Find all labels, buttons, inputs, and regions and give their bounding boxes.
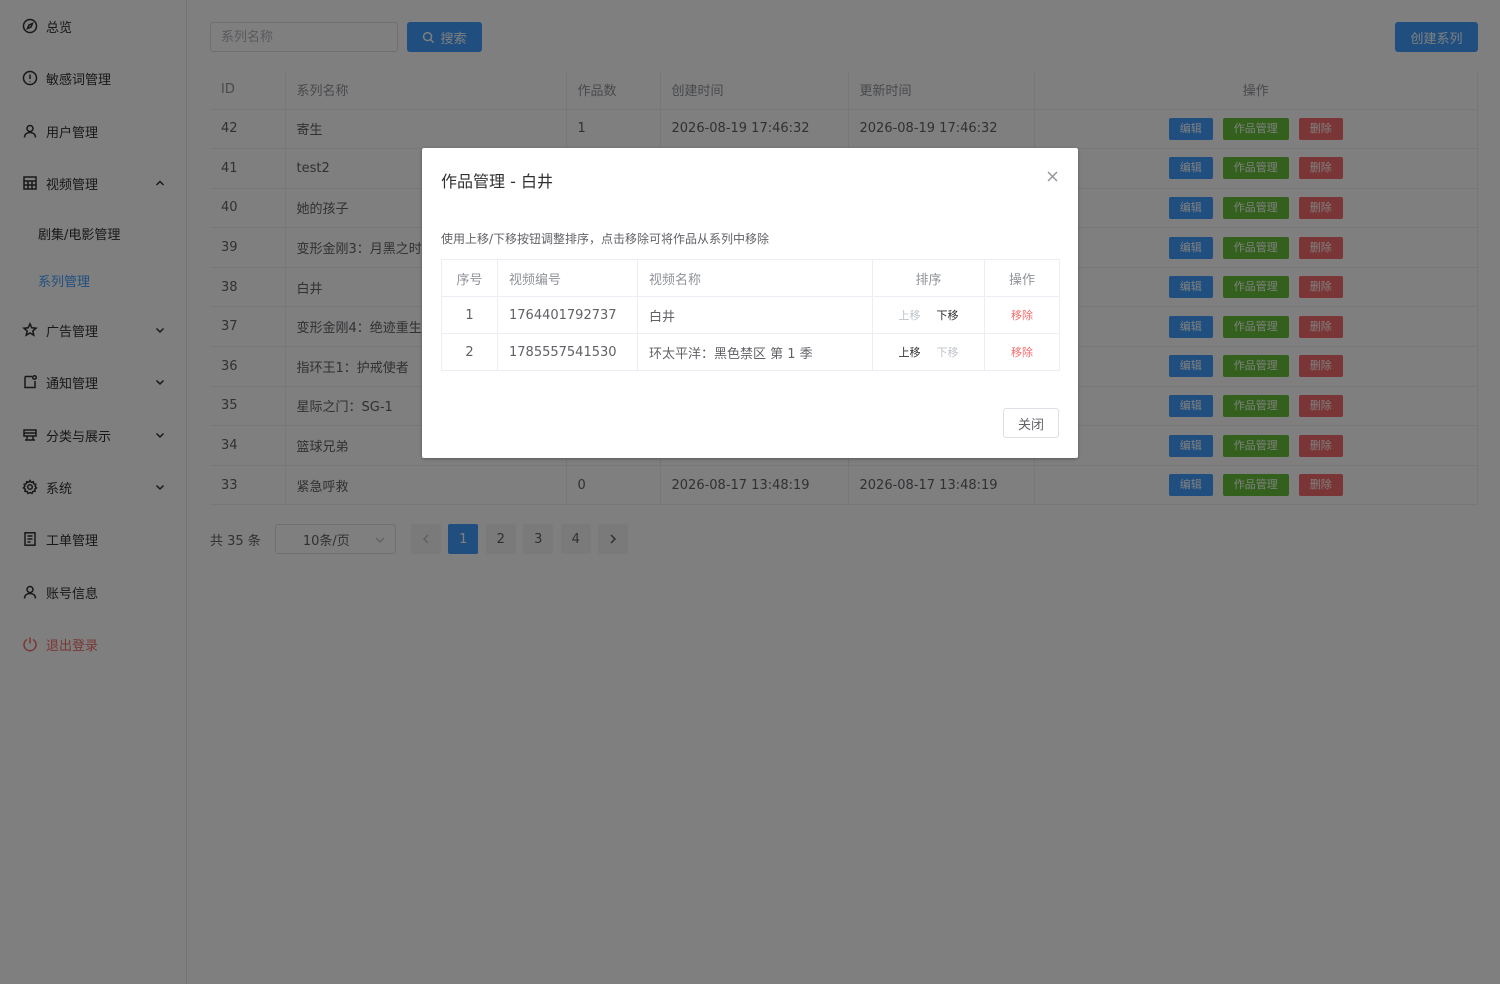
work-op: 移除 [984,333,1060,371]
work-code: 1785557541530 [497,333,638,371]
move-up-button[interactable]: 上移 [899,309,921,322]
work-name: 环太平洋：黑色禁区 第 1 季 [637,333,873,371]
dialog-hint: 使用上移/下移按钮调整排序，点击移除可将作品从系列中移除 [441,232,770,246]
work-order: 上移 下移 [872,296,985,334]
move-down-button[interactable]: 下移 [937,346,959,359]
col-video-name: 视频名称 [637,259,873,297]
remove-button[interactable]: 移除 [1011,346,1033,359]
move-down-button[interactable]: 下移 [937,309,959,322]
works-table: 序号 视频编号 视频名称 排序 操作 1 1764401792737 白井 上移… [441,259,1060,371]
close-icon[interactable] [1046,170,1059,183]
works-header-row: 序号 视频编号 视频名称 排序 操作 [441,259,1060,297]
works-management-dialog: 作品管理 - 白井 使用上移/下移按钮调整排序，点击移除可将作品从系列中移除 序… [422,148,1078,458]
move-up-button[interactable]: 上移 [899,346,921,359]
col-video-code: 视频编号 [497,259,638,297]
col-order: 排序 [872,259,985,297]
work-seq: 1 [441,296,498,334]
work-name: 白井 [637,296,873,334]
work-seq: 2 [441,333,498,371]
works-row: 1 1764401792737 白井 上移 下移 移除 [441,296,1060,334]
work-code: 1764401792737 [497,296,638,334]
remove-button[interactable]: 移除 [1011,309,1033,322]
works-row: 2 1785557541530 环太平洋：黑色禁区 第 1 季 上移 下移 移除 [441,333,1060,371]
work-op: 移除 [984,296,1060,334]
close-button[interactable]: 关闭 [1003,408,1059,438]
work-order: 上移 下移 [872,333,985,371]
dialog-title: 作品管理 - 白井 [441,172,553,191]
col-seq: 序号 [441,259,498,297]
col-op: 操作 [984,259,1060,297]
